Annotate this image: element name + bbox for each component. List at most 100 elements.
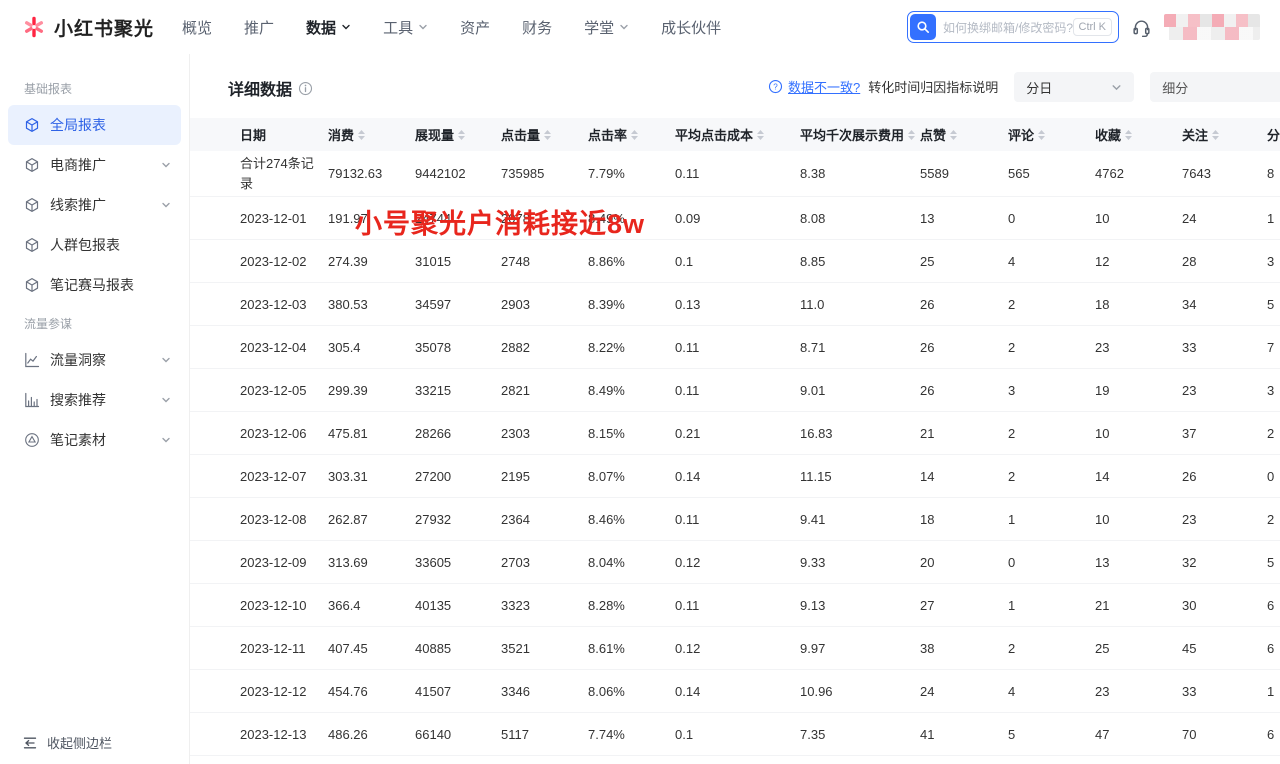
- table-cell: 0.11: [675, 166, 800, 181]
- collapse-sidebar-button[interactable]: 收起侧边栏: [22, 733, 112, 752]
- table-cell: 20: [920, 555, 1008, 570]
- info-icon[interactable]: [298, 81, 313, 96]
- nav-item-overview[interactable]: 概览: [182, 17, 212, 38]
- nav-item-tools[interactable]: 工具: [383, 17, 428, 38]
- sidebar-item-ecommerce-promo[interactable]: 电商推广: [8, 145, 181, 185]
- table-cell: 8.71: [800, 340, 920, 355]
- table-cell: 40135: [415, 598, 501, 613]
- column-label: 点击率: [588, 125, 627, 144]
- app-logo[interactable]: 小红书聚光: [22, 14, 154, 41]
- sidebar-item-search-recommend[interactable]: 搜索推荐: [8, 380, 181, 420]
- column-label: 平均千次展示费用: [800, 125, 904, 144]
- table-cell: 34: [1182, 297, 1267, 312]
- topbar: 小红书聚光 概览 推广 数据 工具 资产 财务 学堂 成长伙伴 如何换绑邮箱/修改密码? Ct…: [0, 0, 1280, 54]
- table-cell: 305.4: [328, 340, 415, 355]
- sidebar-item-audience-report[interactable]: 人群包报表: [8, 225, 181, 265]
- column-header[interactable]: 分享: [1267, 125, 1280, 144]
- table-body: 合计274条记录79132.6394421027359857.79%0.118.…: [190, 151, 1280, 756]
- chevron-down-icon: [341, 22, 351, 32]
- svg-text:?: ?: [773, 82, 778, 91]
- table-cell: 303.31: [328, 469, 415, 484]
- nav-item-growth-partner[interactable]: 成长伙伴: [661, 17, 721, 38]
- column-label: 消费: [328, 125, 354, 144]
- sidebar-item-note-race-report[interactable]: 笔记赛马报表: [8, 265, 181, 305]
- nav-label: 财务: [522, 17, 552, 38]
- table-cell: 24: [1182, 211, 1267, 226]
- column-header[interactable]: 展现量: [415, 125, 501, 144]
- table-cell: 2023-12-04: [240, 340, 328, 355]
- table-cell: 7.35: [800, 727, 920, 742]
- table-cell: 34597: [415, 297, 501, 312]
- sidebar-item-lead-promo[interactable]: 线索推广: [8, 185, 181, 225]
- column-label: 日期: [240, 125, 266, 144]
- column-header[interactable]: 点击率: [588, 125, 675, 144]
- sort-icon[interactable]: [358, 130, 365, 140]
- nav-item-academy[interactable]: 学堂: [584, 17, 629, 38]
- sort-icon[interactable]: [458, 130, 465, 140]
- table-header-row: 日期 消费 展现量点击量点击率 平均点击成本平均千次展示费用点赞评论收藏关注分享: [190, 118, 1280, 151]
- column-header[interactable]: 消费: [328, 125, 415, 144]
- sort-icon[interactable]: [1212, 130, 1219, 140]
- sidebar-item-global-report[interactable]: 全局报表: [8, 105, 181, 145]
- table-cell: 2: [1008, 641, 1095, 656]
- sort-icon[interactable]: [1125, 130, 1132, 140]
- chevron-down-icon: [161, 435, 171, 445]
- column-header[interactable]: 评论: [1008, 125, 1095, 144]
- table-cell: 28: [1182, 254, 1267, 269]
- table-row: 2023-12-12454.764150733468.06%0.1410.962…: [190, 670, 1280, 713]
- table-cell: 1: [1267, 684, 1280, 699]
- table-cell: 8.38: [800, 166, 920, 181]
- table-cell: 0.09: [675, 211, 800, 226]
- table-cell: 2023-12-10: [240, 598, 328, 613]
- cube-icon: [24, 157, 40, 173]
- sidebar-item-note-material[interactable]: 笔记素材: [8, 420, 181, 460]
- table-cell: 6: [1267, 727, 1280, 742]
- table-cell: 26: [920, 340, 1008, 355]
- table-cell: 3: [1008, 383, 1095, 398]
- column-header[interactable]: 点击量: [501, 125, 588, 144]
- column-header[interactable]: 平均千次展示费用: [800, 125, 920, 144]
- table-cell: 70: [1182, 727, 1267, 742]
- segment-select[interactable]: 细分: [1150, 72, 1280, 102]
- column-header[interactable]: 收藏: [1095, 125, 1182, 144]
- table-cell: 26: [920, 383, 1008, 398]
- table-cell: 45: [1182, 641, 1267, 656]
- help-search-input[interactable]: 如何换绑邮箱/修改密码? Ctrl K: [907, 11, 1119, 43]
- sort-icon[interactable]: [1038, 130, 1045, 140]
- column-header[interactable]: 平均点击成本: [675, 125, 800, 144]
- table-cell: 18: [1095, 297, 1182, 312]
- table-row-total: 合计274条记录79132.6394421027359857.79%0.118.…: [190, 151, 1280, 197]
- sidebar-item-label: 搜索推荐: [50, 390, 106, 410]
- sort-icon[interactable]: [631, 130, 638, 140]
- attribution-note-link[interactable]: 转化时间归因指标说明: [868, 77, 998, 96]
- table-cell: 41: [920, 727, 1008, 742]
- granularity-value: 分日: [1026, 78, 1052, 97]
- table-cell: 3346: [501, 684, 588, 699]
- table-cell: 9.13: [800, 598, 920, 613]
- nav-item-data[interactable]: 数据: [306, 17, 351, 38]
- nav-item-assets[interactable]: 资产: [460, 17, 490, 38]
- sort-icon[interactable]: [908, 130, 915, 140]
- table-cell: 38: [920, 641, 1008, 656]
- user-account-redacted[interactable]: [1164, 14, 1260, 40]
- customer-service-icon[interactable]: [1131, 17, 1152, 38]
- data-inconsistent-link[interactable]: 数据不一致?: [788, 77, 860, 96]
- table-cell: 2748: [501, 254, 588, 269]
- sort-icon[interactable]: [757, 130, 764, 140]
- table-cell: 33215: [415, 383, 501, 398]
- table-cell: 2: [1267, 426, 1280, 441]
- column-header[interactable]: 点赞: [920, 125, 1008, 144]
- table-cell: 8.49%: [588, 211, 675, 226]
- sort-icon[interactable]: [544, 130, 551, 140]
- column-header[interactable]: 关注: [1182, 125, 1267, 144]
- table-cell: 11.15: [800, 469, 920, 484]
- nav-item-finance[interactable]: 财务: [522, 17, 552, 38]
- nav-item-promotion[interactable]: 推广: [244, 17, 274, 38]
- granularity-select[interactable]: 分日: [1014, 72, 1134, 102]
- sidebar-item-label: 线索推广: [50, 195, 106, 215]
- table-cell: 0.13: [675, 297, 800, 312]
- chevron-down-icon: [161, 355, 171, 365]
- sidebar-item-traffic-insight[interactable]: 流量洞察: [8, 340, 181, 380]
- segment-value: 细分: [1162, 78, 1188, 97]
- sort-icon[interactable]: [950, 130, 957, 140]
